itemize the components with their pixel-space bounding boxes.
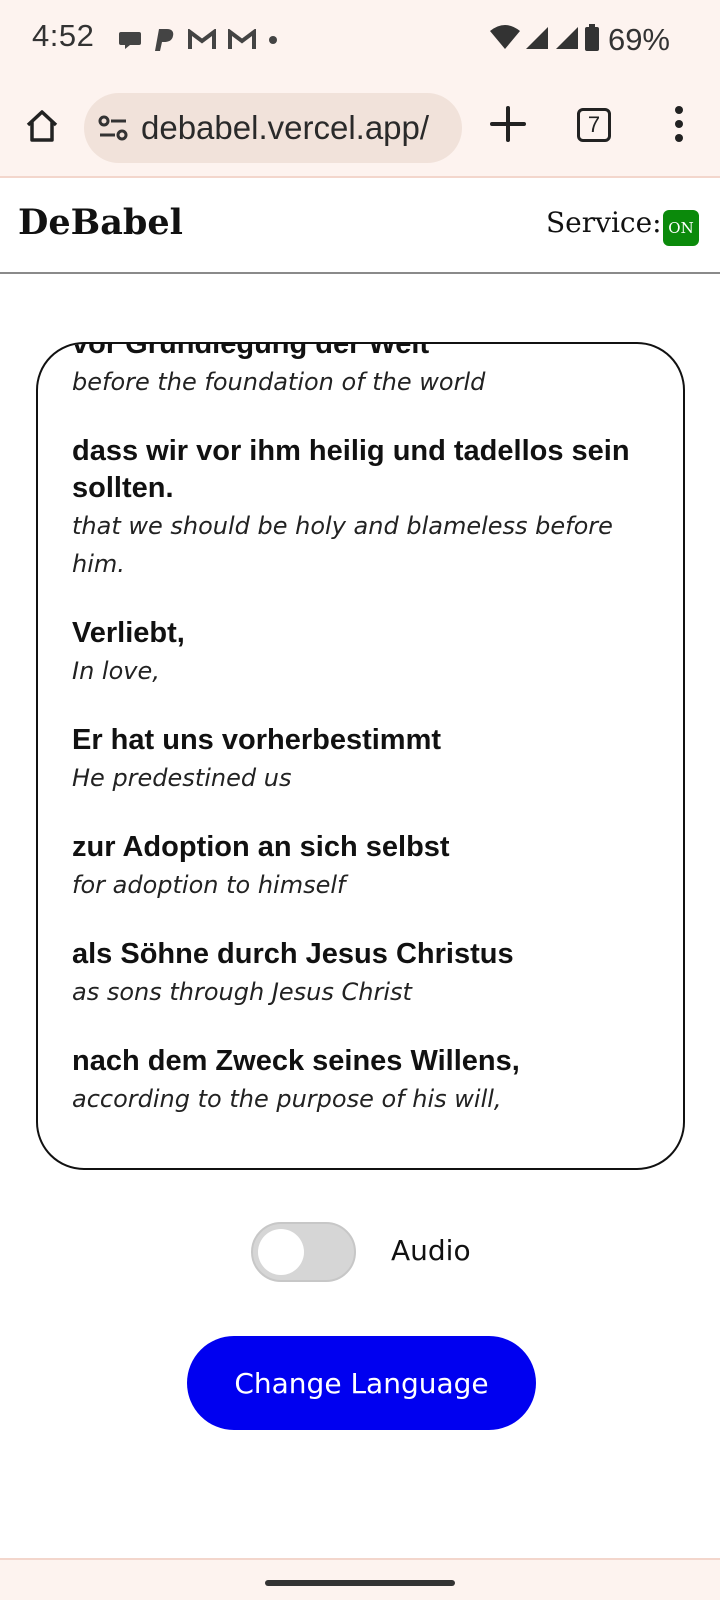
service-status-badge[interactable]: ON — [663, 210, 699, 246]
status-bar: 4:52 69% — [0, 0, 720, 80]
change-language-button[interactable]: Change Language — [187, 1336, 536, 1430]
translation-pair: dass wir vor ihm heilig und tadellos sei… — [72, 433, 662, 583]
status-time: 4:52 — [32, 18, 95, 53]
home-icon — [26, 110, 58, 142]
translation-pair: vor Grundlegung der Welt before the found… — [72, 342, 662, 401]
home-indicator[interactable] — [265, 1580, 455, 1586]
app-header: DeBabel Service: ON — [0, 178, 720, 274]
gmail-icon — [228, 29, 256, 51]
dot-icon — [268, 35, 278, 45]
translated-text: He predestined us — [72, 764, 292, 792]
toggle-knob — [258, 1229, 304, 1275]
tab-switcher-button[interactable]: 7 — [577, 108, 611, 142]
paypal-icon — [154, 27, 176, 53]
translated-text: for adoption to himself — [72, 871, 346, 899]
wifi-icon — [489, 24, 520, 56]
overflow-menu-button[interactable] — [664, 100, 694, 148]
original-text: nach dem Zweck seines Willens, — [72, 1045, 520, 1077]
translated-text: according to the purpose of his will, — [72, 1085, 502, 1113]
navigation-bar — [0, 1558, 720, 1600]
home-button[interactable] — [20, 104, 64, 148]
chat-bubble-icon — [118, 28, 142, 52]
original-text: als Söhne durch Jesus Christus — [72, 938, 514, 970]
more-vert-icon — [675, 106, 683, 142]
translated-text: as sons through Jesus Christ — [72, 978, 412, 1006]
original-text: Er hat uns vorherbestimmt — [72, 724, 442, 756]
translated-text: before the foundation of the world — [72, 368, 486, 396]
signal-icon — [554, 25, 580, 56]
original-text: dass wir vor ihm heilig und tadellos sei… — [72, 435, 630, 504]
translation-list: vor Grundlegung der Welt before the found… — [72, 342, 662, 1150]
translation-pair: Verliebt, In love, — [72, 615, 662, 690]
translation-pair: nach dem Zweck seines Willens, according … — [72, 1043, 662, 1118]
system-icons: 69% — [489, 20, 670, 60]
translated-text: that we should be holy and blameless bef… — [72, 512, 613, 578]
notification-icons — [118, 24, 278, 56]
translation-pair: als Söhne durch Jesus Christus as sons th… — [72, 936, 662, 1011]
translated-text: In love, — [72, 657, 160, 685]
browser-toolbar: debabel.vercel.app/ 7 — [0, 80, 720, 178]
battery-percentage: 69% — [607, 22, 670, 57]
battery-icon — [584, 23, 600, 57]
gmail-icon — [188, 29, 216, 51]
signal-icon — [524, 25, 550, 56]
new-tab-button[interactable] — [486, 102, 530, 146]
translation-pair: zur Adoption an sich selbst for adoption … — [72, 829, 662, 904]
address-bar[interactable]: debabel.vercel.app/ — [84, 93, 462, 163]
plus-icon — [490, 106, 526, 142]
original-text: vor Grundlegung der Welt — [72, 342, 430, 360]
app-title: DeBabel — [18, 202, 183, 243]
original-text: zur Adoption an sich selbst — [72, 831, 450, 863]
service-label: Service: — [546, 206, 662, 239]
original-text: Verliebt, — [72, 617, 185, 649]
audio-toggle[interactable] — [251, 1222, 356, 1282]
site-info-icon[interactable] — [96, 111, 130, 145]
url-text: debabel.vercel.app/ — [141, 109, 430, 146]
translation-card[interactable]: vor Grundlegung der Welt before the found… — [36, 342, 685, 1170]
translation-pair: Er hat uns vorherbestimmt He predestined … — [72, 722, 662, 797]
audio-label: Audio — [391, 1234, 471, 1267]
